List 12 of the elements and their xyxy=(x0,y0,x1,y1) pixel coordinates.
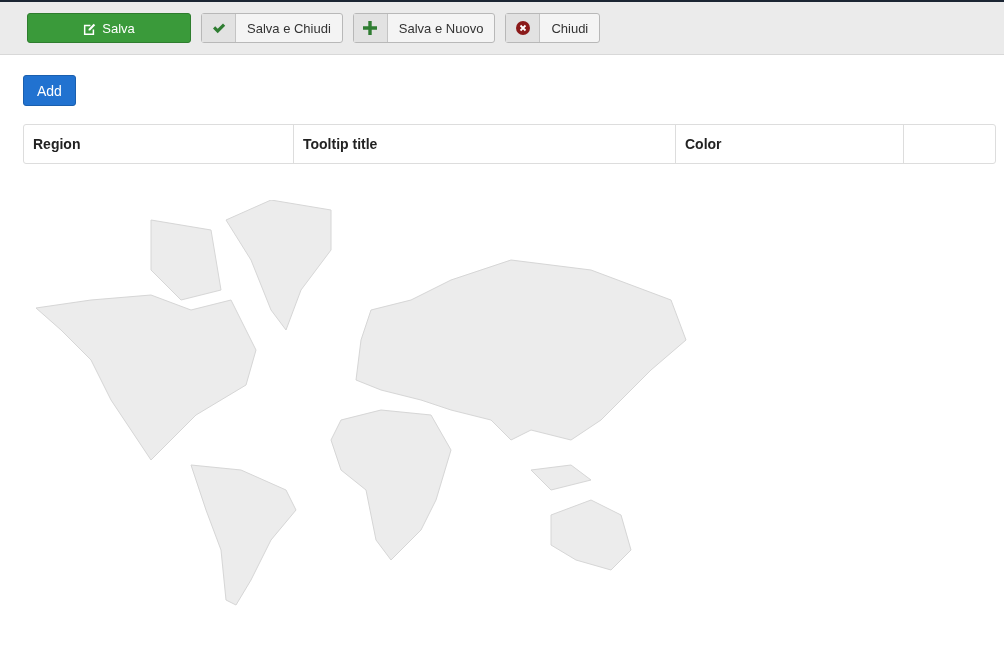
check-icon xyxy=(211,22,226,34)
toolbar-button[interactable]: Chiudi xyxy=(505,13,601,43)
edit-icon xyxy=(83,21,97,35)
column-header: Tooltip title xyxy=(294,125,676,163)
plus-icon xyxy=(363,21,378,35)
toolbar-button[interactable]: Salva e Chiudi xyxy=(201,13,343,43)
add-button[interactable]: Add xyxy=(23,75,76,106)
column-header: Region xyxy=(24,125,294,163)
save-button[interactable]: Salva xyxy=(27,13,191,43)
column-header: Color xyxy=(676,125,904,163)
close-icon xyxy=(515,21,530,35)
toolbar-button[interactable]: Salva e Nuovo xyxy=(352,13,496,43)
